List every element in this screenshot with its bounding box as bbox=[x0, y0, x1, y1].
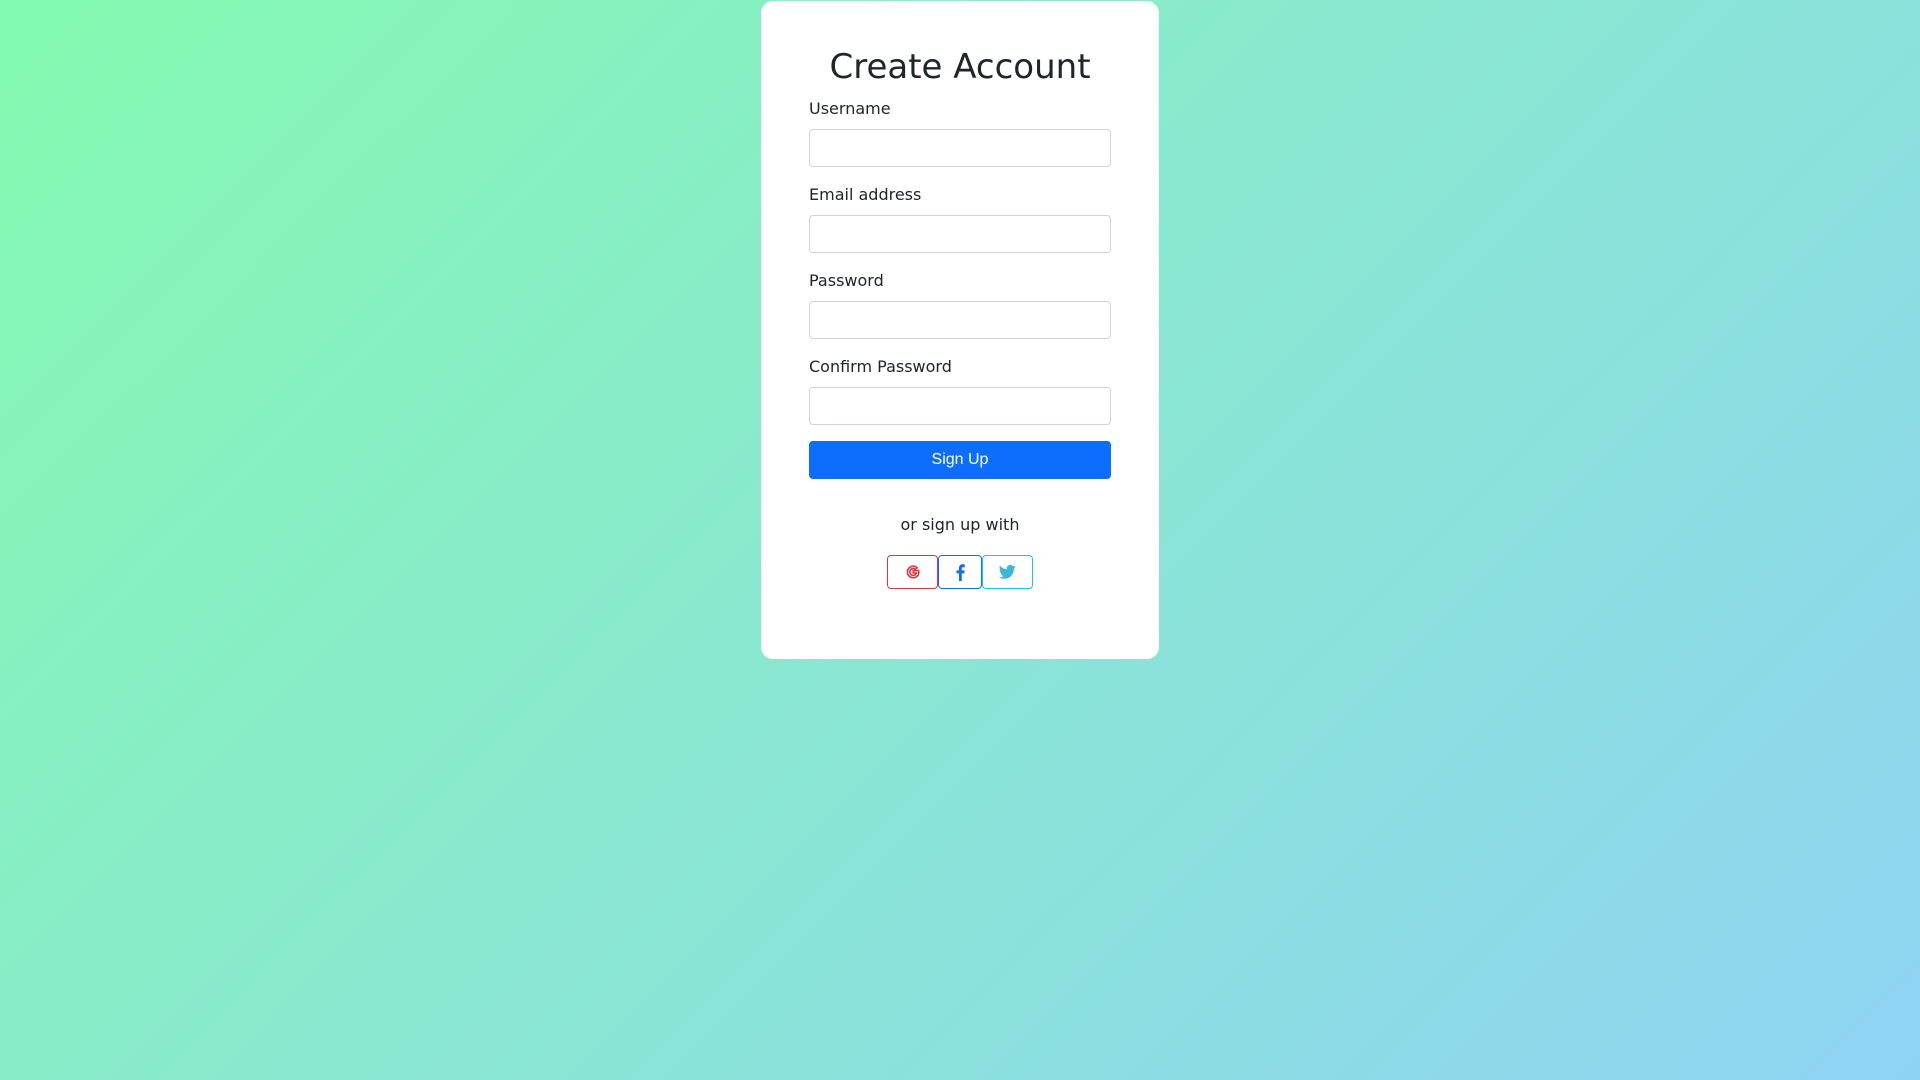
password-label: Password bbox=[809, 271, 884, 290]
confirm-password-label: Confirm Password bbox=[809, 357, 952, 376]
google-signup-button[interactable] bbox=[887, 555, 938, 589]
twitter-icon bbox=[999, 565, 1016, 579]
email-input[interactable] bbox=[809, 215, 1111, 253]
confirm-password-group: Confirm Password bbox=[809, 355, 1111, 425]
email-group: Email address bbox=[809, 183, 1111, 253]
username-label: Username bbox=[809, 99, 891, 118]
password-input[interactable] bbox=[809, 301, 1111, 339]
google-icon bbox=[906, 565, 920, 579]
social-prompt: or sign up with bbox=[900, 515, 1020, 534]
username-input[interactable] bbox=[809, 129, 1111, 167]
page-title: Create Account bbox=[829, 47, 1091, 87]
facebook-icon bbox=[956, 563, 965, 581]
email-label: Email address bbox=[809, 185, 922, 204]
confirm-password-input[interactable] bbox=[809, 387, 1111, 425]
twitter-signup-button[interactable] bbox=[982, 555, 1033, 589]
facebook-signup-button[interactable] bbox=[938, 555, 982, 589]
sign-up-button[interactable]: Sign Up bbox=[809, 441, 1111, 479]
password-group: Password bbox=[809, 269, 1111, 339]
signup-card: Create Account Username Email address Pa… bbox=[761, 1, 1159, 659]
username-group: Username bbox=[809, 97, 1111, 167]
social-buttons bbox=[809, 555, 1111, 589]
